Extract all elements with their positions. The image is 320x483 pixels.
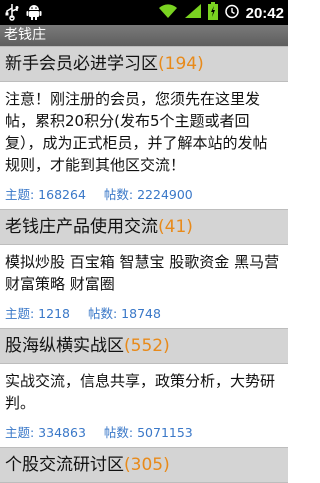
forum-list[interactable]: 新手会员必进学习区(194) 注意！刚注册的会员，您须先在这里发帖，累积20积分… xyxy=(0,46,288,483)
forum-section-header[interactable]: 股海纵横实战区(552) xyxy=(0,328,288,364)
forum-section-stats: 主题: 168264 帖数: 2224900 xyxy=(5,176,282,209)
forum-section-header[interactable]: 个股交流研讨区(305) xyxy=(0,447,288,483)
status-bar: 20:42 xyxy=(0,0,288,25)
forum-section-count: (305) xyxy=(124,455,170,475)
forum-section-description: 实战交流，信息共享，政策分析，大势研判。 xyxy=(5,372,276,412)
post-count: 帖数: 18748 xyxy=(88,306,161,321)
forum-section-title: 个股交流研讨区 xyxy=(5,455,124,475)
forum-section-body[interactable]: 模拟炒股 百宝箱 智慧宝 股歌资金 黑马营 财富策略 财富圈 主题: 1218 … xyxy=(0,245,288,328)
forum-section-body[interactable]: 实战交流，信息共享，政策分析，大势研判。 主题: 334863 帖数: 5071… xyxy=(0,364,288,447)
topic-count: 主题: 168264 xyxy=(5,187,86,202)
forum-section-title: 新手会员必进学习区 xyxy=(5,54,158,74)
signal-icon xyxy=(184,3,202,23)
forum-section-count: (41) xyxy=(158,217,193,237)
forum-section-count: (194) xyxy=(158,54,204,74)
forum-section-title: 老钱庄产品使用交流 xyxy=(5,217,158,237)
topic-count: 主题: 1218 xyxy=(5,306,70,321)
forum-section[interactable]: 个股交流研讨区(305) xyxy=(0,447,288,483)
wifi-icon xyxy=(158,3,178,23)
android-debug-icon xyxy=(26,3,42,25)
clock-time: 20:42 xyxy=(245,4,284,22)
forum-section-stats: 主题: 334863 帖数: 5071153 xyxy=(5,414,282,447)
battery-icon xyxy=(207,2,218,24)
forum-section-stats: 主题: 1218 帖数: 18748 xyxy=(5,295,282,328)
forum-section[interactable]: 股海纵横实战区(552) 实战交流，信息共享，政策分析，大势研判。 主题: 33… xyxy=(0,328,288,447)
forum-section-header[interactable]: 新手会员必进学习区(194) xyxy=(0,46,288,82)
usb-icon xyxy=(4,3,20,25)
alarm-icon xyxy=(224,3,240,23)
forum-section-title: 股海纵横实战区 xyxy=(5,336,124,356)
forum-section-header[interactable]: 老钱庄产品使用交流(41) xyxy=(0,209,288,245)
post-count: 帖数: 2224900 xyxy=(103,187,193,202)
forum-section[interactable]: 新手会员必进学习区(194) 注意！刚注册的会员，您须先在这里发帖，累积20积分… xyxy=(0,46,288,209)
forum-section[interactable]: 老钱庄产品使用交流(41) 模拟炒股 百宝箱 智慧宝 股歌资金 黑马营 财富策略… xyxy=(0,209,288,328)
forum-section-description: 模拟炒股 百宝箱 智慧宝 股歌资金 黑马营 财富策略 财富圈 xyxy=(5,253,280,293)
forum-section-body[interactable]: 注意！刚注册的会员，您须先在这里发帖，累积20积分(发布5个主题或者回复），成为… xyxy=(0,82,288,209)
app-title-bar: 老钱庄 xyxy=(0,25,288,46)
forum-section-description: 注意！刚注册的会员，您须先在这里发帖，累积20积分(发布5个主题或者回复），成为… xyxy=(5,90,268,174)
forum-section-count: (552) xyxy=(124,336,170,356)
app-title: 老钱庄 xyxy=(4,27,46,43)
post-count: 帖数: 5071153 xyxy=(103,425,193,440)
topic-count: 主题: 334863 xyxy=(5,425,86,440)
